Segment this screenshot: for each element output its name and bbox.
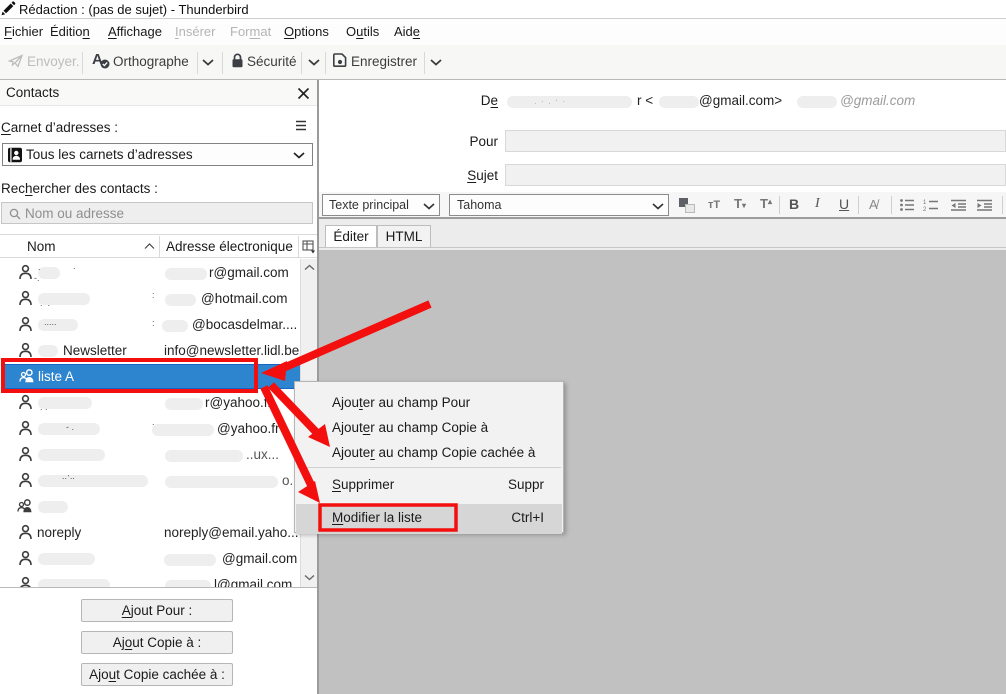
svg-text:2: 2 bbox=[923, 207, 927, 211]
svg-text:1: 1 bbox=[923, 200, 927, 206]
